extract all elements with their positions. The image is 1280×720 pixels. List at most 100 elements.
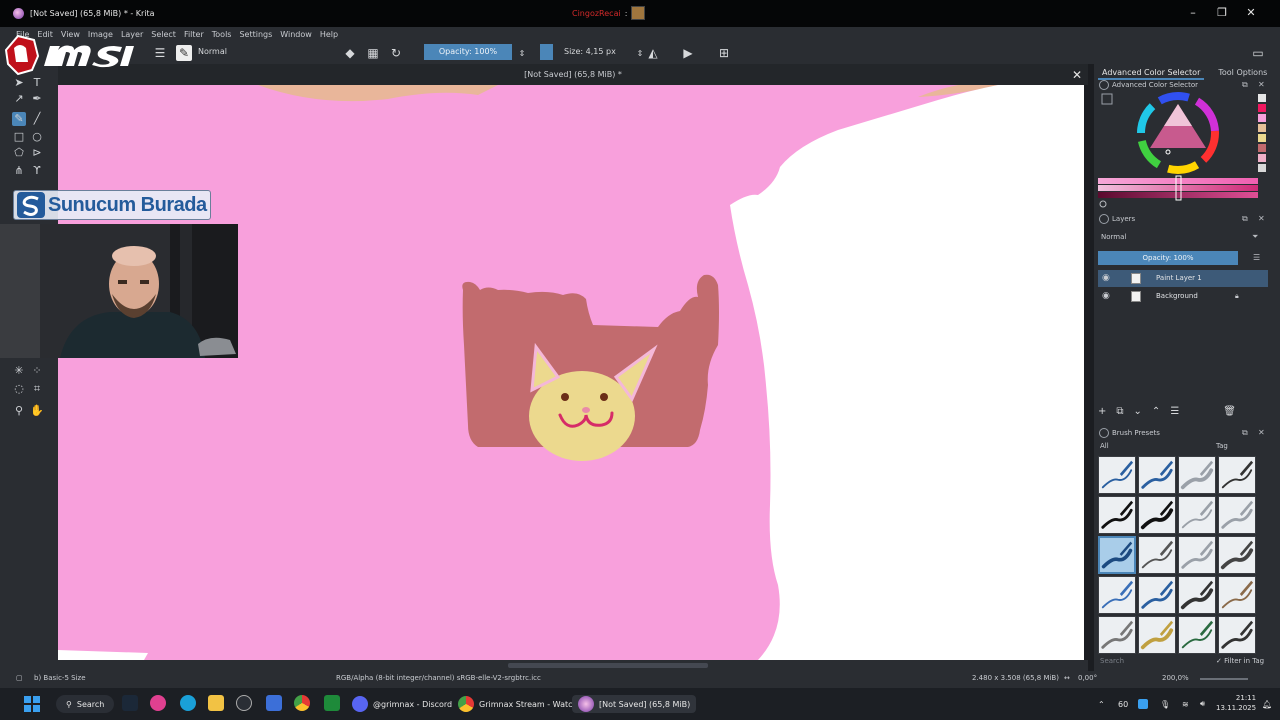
- tray-chevron-icon[interactable]: ⌃: [1098, 695, 1105, 713]
- minecraft-icon[interactable]: [324, 695, 340, 711]
- mirror-horizontal-icon[interactable]: ◭: [645, 45, 661, 61]
- minimize-button[interactable]: –: [1186, 7, 1200, 19]
- size-slider[interactable]: Size: 4,15 px: [558, 44, 630, 60]
- presets-close-icon[interactable]: ✕: [1258, 428, 1265, 437]
- brush-preset-tile[interactable]: [1218, 496, 1256, 534]
- zoom-slider[interactable]: [1200, 678, 1248, 680]
- layer-blend-mode-select[interactable]: Normal: [1098, 230, 1246, 244]
- brush-preset-tile[interactable]: [1098, 536, 1136, 574]
- tray-number[interactable]: 60: [1118, 695, 1128, 713]
- menu-tools[interactable]: Tools: [212, 30, 232, 39]
- bezier-select-tool-icon[interactable]: ◌: [12, 382, 26, 396]
- select-shapes-tool-icon[interactable]: ➤: [12, 76, 26, 90]
- brush-preset-tile[interactable]: [1138, 576, 1176, 614]
- presets-float-icon[interactable]: ⧉: [1242, 428, 1248, 438]
- layers-close-icon[interactable]: ✕: [1258, 214, 1265, 223]
- freehand-brush-tool-icon[interactable]: ✎: [12, 112, 26, 126]
- brush-preset-tile[interactable]: [1098, 496, 1136, 534]
- close-button[interactable]: ✕: [1244, 7, 1258, 19]
- brush-preset-tile[interactable]: [1138, 456, 1176, 494]
- opacity-slider[interactable]: Opacity: 100%: [424, 44, 512, 60]
- brush-preset-tile[interactable]: [1178, 616, 1216, 654]
- document-close-icon[interactable]: ✕: [1072, 68, 1082, 82]
- menu-help[interactable]: Help: [320, 30, 338, 39]
- menu-filter[interactable]: Filter: [184, 30, 204, 39]
- brush-preset-tile[interactable]: [1138, 536, 1176, 574]
- opacity-stepper[interactable]: ⇕: [514, 45, 530, 61]
- brush-preset-tile[interactable]: [1138, 616, 1176, 654]
- brush-preset-icon[interactable]: ✎: [176, 45, 192, 61]
- preserve-alpha-icon[interactable]: ▦: [365, 45, 381, 61]
- visibility-eye-icon[interactable]: ◉: [1102, 288, 1110, 305]
- layers-options-icon[interactable]: ☰: [1253, 253, 1260, 262]
- move-layer-up-icon[interactable]: ⌃: [1152, 406, 1160, 420]
- layer-row-background[interactable]: ◉ Background 🔒︎: [1098, 288, 1268, 305]
- lock-icon[interactable]: 🔒︎: [1235, 288, 1239, 305]
- document-tab[interactable]: [Not Saved] (65,8 MiB) *: [58, 64, 1088, 85]
- edit-shapes-tool-icon[interactable]: ↗: [12, 92, 26, 106]
- wifi-icon[interactable]: ≋: [1182, 695, 1189, 713]
- blend-mode-select[interactable]: Normal: [196, 44, 334, 60]
- zoom-tool-icon[interactable]: ⚲: [12, 404, 26, 418]
- brush-preset-tile[interactable]: [1098, 456, 1136, 494]
- bezier-tool-icon[interactable]: ⋔: [12, 164, 26, 178]
- brush-preset-tile[interactable]: [1098, 576, 1136, 614]
- freehand-path-tool-icon[interactable]: ϒ: [30, 164, 44, 178]
- rotation-value[interactable]: 0,00°: [1078, 674, 1097, 682]
- menu-settings[interactable]: Settings: [239, 30, 272, 39]
- obs-icon[interactable]: [236, 695, 252, 711]
- calligraphy-tool-icon[interactable]: ✒: [30, 92, 44, 106]
- flow-swatch[interactable]: [540, 44, 553, 60]
- volume-icon[interactable]: 🔊︎: [1200, 695, 1205, 713]
- scrollbar-thumb[interactable]: [508, 663, 708, 668]
- rectangle-tool-icon[interactable]: □: [12, 130, 26, 144]
- color-selector-widget[interactable]: [1098, 90, 1274, 210]
- steam-icon[interactable]: [122, 695, 138, 711]
- brush-preset-tile[interactable]: [1178, 536, 1216, 574]
- similar-select-tool-icon[interactable]: ⁘: [30, 364, 44, 378]
- magnetic-select-tool-icon[interactable]: ⌗: [30, 382, 44, 396]
- horizontal-scrollbar[interactable]: [58, 660, 1088, 671]
- presets-tag-select[interactable]: Tag: [1216, 442, 1228, 450]
- app-icon-pink[interactable]: [150, 695, 166, 711]
- vscode-icon[interactable]: [266, 695, 282, 711]
- dock-toggle-icon[interactable]: ▭: [1250, 45, 1266, 61]
- brush-preset-tile[interactable]: [1218, 576, 1256, 614]
- delete-layer-icon[interactable]: 🗑︎: [1223, 406, 1236, 420]
- brush-preset-tile[interactable]: [1218, 616, 1256, 654]
- tray-app-icon[interactable]: [1138, 699, 1148, 709]
- polyline-tool-icon[interactable]: ⊳: [30, 146, 44, 160]
- reload-icon[interactable]: ↻: [388, 45, 404, 61]
- polygon-tool-icon[interactable]: ⬠: [12, 146, 26, 160]
- text-tool-icon[interactable]: T: [30, 76, 44, 90]
- taskbar-krita[interactable]: [Not Saved] (65,8 MiB): [572, 695, 697, 713]
- notifications-icon[interactable]: 🔔︎: [1262, 695, 1272, 713]
- zoom-value[interactable]: 200,0%: [1162, 674, 1189, 682]
- layer-filter-icon[interactable]: ⏷: [1252, 232, 1258, 242]
- menu-window[interactable]: Window: [280, 30, 312, 39]
- presets-filter-select[interactable]: All: [1100, 442, 1109, 450]
- brush-preset-tile[interactable]: [1218, 536, 1256, 574]
- wrap-around-icon[interactable]: ⊞: [716, 45, 732, 61]
- layer-properties-icon[interactable]: ☰: [1170, 406, 1179, 420]
- line-tool-icon[interactable]: ╱: [30, 112, 44, 126]
- maximize-button[interactable]: ❐: [1215, 7, 1229, 19]
- pan-tool-icon[interactable]: ✋: [30, 404, 44, 418]
- float-panel-icon[interactable]: ⧉: [1242, 80, 1248, 90]
- menu-select[interactable]: Select: [151, 30, 176, 39]
- close-panel-icon[interactable]: ✕: [1258, 80, 1265, 89]
- brush-preset-tile[interactable]: [1178, 496, 1216, 534]
- chrome-icon[interactable]: [294, 695, 310, 711]
- eraser-icon[interactable]: ◆: [342, 45, 358, 61]
- taskbar-discord[interactable]: @grimnax - Discord: [352, 695, 452, 713]
- ellipse-tool-icon[interactable]: ○: [30, 130, 44, 144]
- drawing-canvas[interactable]: [58, 85, 1084, 660]
- brush-preset-tile[interactable]: [1098, 616, 1136, 654]
- microphone-icon[interactable]: 🎙︎: [1160, 695, 1170, 713]
- system-clock[interactable]: 21:11 13.11.2025: [1216, 693, 1256, 713]
- visibility-eye-icon[interactable]: ◉: [1102, 270, 1110, 287]
- layer-row-paint-layer-1[interactable]: ◉ Paint Layer 1: [1098, 270, 1268, 287]
- layer-opacity-slider[interactable]: Opacity: 100%: [1098, 251, 1238, 265]
- layers-float-icon[interactable]: ⧉: [1242, 214, 1248, 224]
- file-explorer-icon[interactable]: [208, 695, 224, 711]
